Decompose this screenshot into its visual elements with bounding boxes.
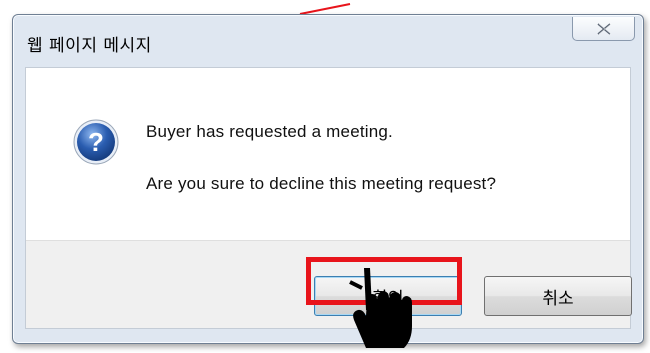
- svg-text:?: ?: [88, 127, 104, 157]
- cancel-button[interactable]: 취소: [484, 276, 632, 316]
- question-icon: ?: [73, 119, 119, 165]
- close-icon: [596, 22, 611, 35]
- message-line-1: Buyer has requested a meeting.: [146, 122, 393, 141]
- message-line-2: Are you sure to decline this meeting req…: [146, 174, 497, 193]
- dialog-title: 웹 페이지 메시지: [27, 36, 152, 56]
- close-button[interactable]: [572, 17, 635, 41]
- hand-pointer-icon: [349, 268, 412, 348]
